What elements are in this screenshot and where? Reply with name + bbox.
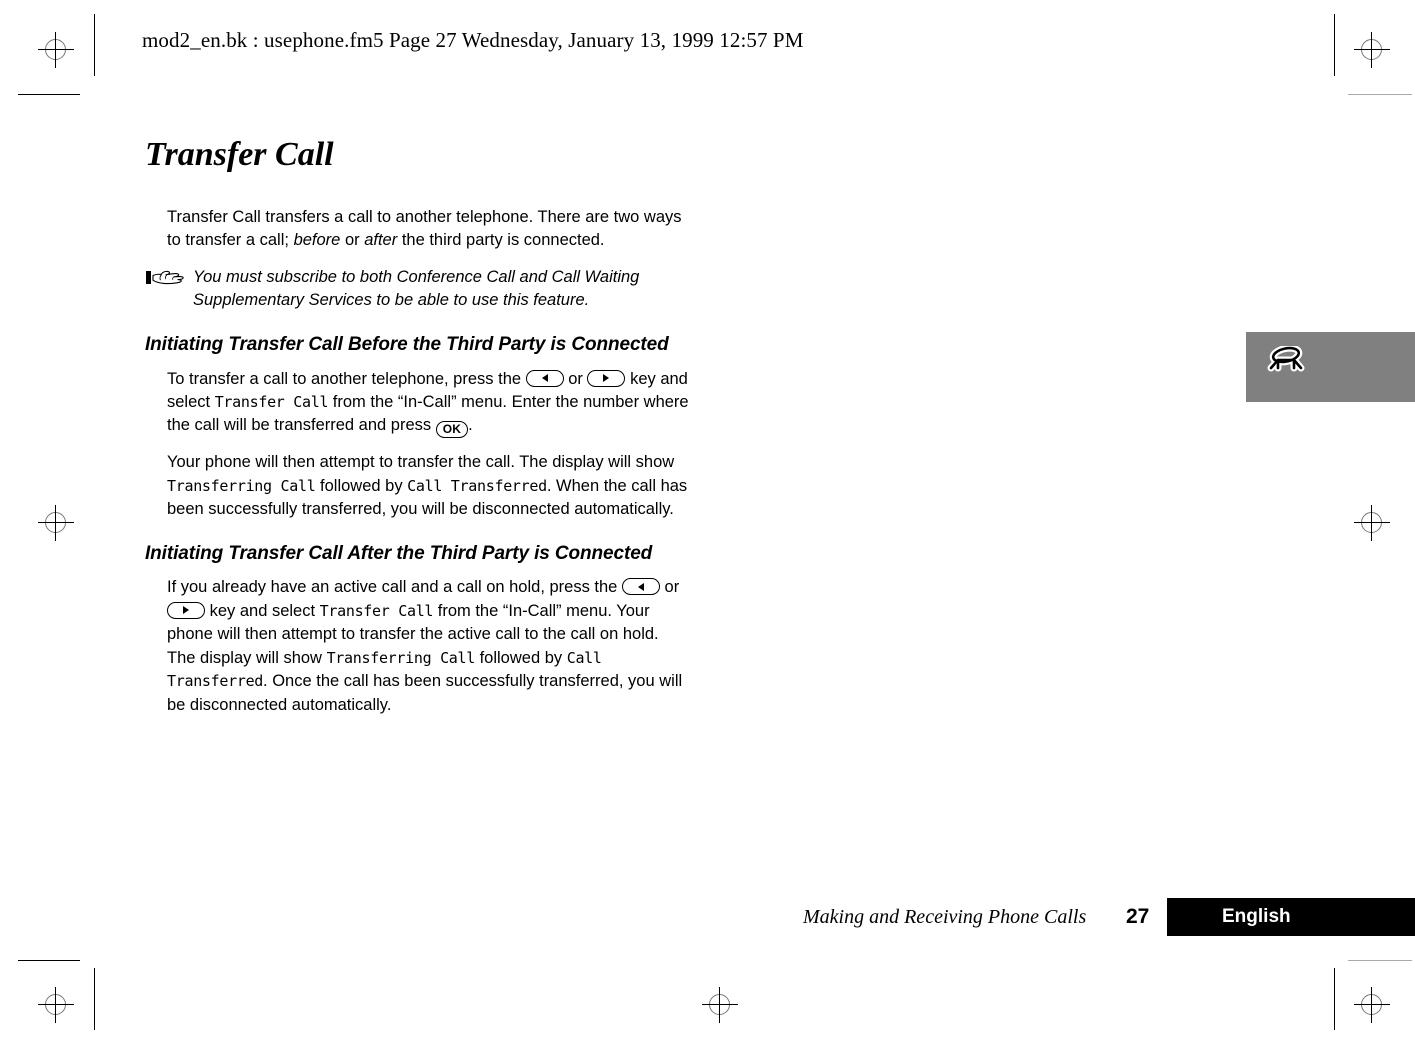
heading-initiating-before: Initiating Transfer Call Before the Thir… [145, 333, 669, 355]
registration-hline [38, 522, 74, 523]
registration-mark-bottom-center [700, 985, 740, 1025]
registration-hline [1354, 49, 1390, 50]
registration-vline [1371, 505, 1372, 541]
page-title: Transfer Call [145, 136, 334, 173]
chapter-thumb-tab [1246, 332, 1415, 402]
ok-key-icon[interactable]: OK [435, 421, 469, 439]
before-p2-text-2: followed by [315, 476, 408, 495]
after-paragraph-1: If you already have an active call and a… [145, 576, 690, 717]
telephone-handset-icon [1264, 344, 1312, 390]
lcd-transfer-call: Transfer Call [214, 392, 329, 411]
before-p1-text-2: or [563, 369, 588, 388]
heading-initiating-after: Initiating Transfer Call After the Third… [145, 542, 653, 564]
right-arrow-key-icon[interactable] [587, 369, 626, 387]
crop-mark-tl-v [94, 14, 95, 76]
registration-mark-bottom-left [36, 985, 76, 1025]
after-p1-text-5: followed by [475, 648, 567, 667]
footer-page-number: 27 [1126, 905, 1150, 928]
registration-vline [55, 987, 56, 1023]
crop-mark-bl-v [94, 968, 95, 1030]
intro-emphasis-after: after [364, 231, 398, 250]
footer-language-bar: English [1167, 898, 1415, 936]
left-triangle-icon [637, 582, 644, 591]
crop-mark-tl-h [18, 94, 80, 95]
lcd-transfer-call: Transfer Call [319, 601, 434, 620]
intro-emphasis-before: before [293, 231, 341, 250]
registration-mark-right-middle [1352, 503, 1392, 543]
note-block: You must subscribe to both Conference Ca… [145, 266, 690, 313]
before-p1-text-1: To transfer a call to another telephone,… [167, 369, 526, 388]
right-arrow-key-icon[interactable] [167, 601, 205, 619]
footer-section-title: Making and Receiving Phone Calls [803, 906, 1087, 928]
document-header-line: mod2_en.bk : usephone.fm5 Page 27 Wednes… [142, 28, 804, 52]
footer-language-label: English [1222, 906, 1291, 927]
pointing-hand-icon [145, 268, 189, 288]
before-paragraph-2: Your phone will then attempt to transfer… [145, 451, 690, 521]
document-page: mod2_en.bk : usephone.fm5 Page 27 Wednes… [0, 0, 1415, 1062]
registration-hline [702, 1004, 738, 1005]
registration-hline [38, 1004, 74, 1005]
before-p1-text-5: . [468, 416, 473, 435]
registration-vline [1371, 987, 1372, 1023]
lcd-transferring-call: Transferring Call [326, 648, 476, 667]
crop-mark-br-h [1348, 960, 1412, 961]
crop-mark-br-v [1334, 968, 1335, 1030]
registration-vline [1371, 32, 1372, 68]
registration-mark-left-middle [36, 503, 76, 543]
left-triangle-icon [541, 374, 548, 383]
after-p1-text-1: If you already have an active call and a… [167, 578, 622, 597]
intro-paragraph: Transfer Call transfers a call to anothe… [145, 206, 690, 253]
registration-hline [38, 49, 74, 50]
before-p2-text-1: Your phone will then attempt to transfer… [167, 453, 675, 472]
page-content: Transfer Call Transfer Call transfers a … [145, 138, 690, 717]
after-p1-text-2: or [659, 578, 680, 597]
crop-mark-bl-h [18, 960, 80, 961]
intro-text-3: the third party is connected. [397, 231, 605, 250]
registration-hline [1354, 1004, 1390, 1005]
before-paragraph-1: To transfer a call to another telephone,… [145, 368, 690, 439]
intro-text-2: or [340, 231, 365, 250]
lcd-transferring-call: Transferring Call [167, 476, 316, 495]
registration-vline [55, 505, 56, 541]
note-text: You must subscribe to both Conference Ca… [193, 267, 640, 310]
crop-mark-tr-h [1348, 94, 1412, 95]
registration-vline [55, 32, 56, 68]
registration-hline [1354, 522, 1390, 523]
registration-mark-top-right [1352, 30, 1392, 70]
registration-mark-bottom-right [1352, 985, 1392, 1025]
after-p1-text-3: key and select [205, 601, 320, 620]
right-triangle-icon [183, 606, 189, 615]
registration-mark-top-left [36, 30, 76, 70]
left-arrow-key-icon[interactable] [621, 578, 660, 596]
registration-vline [719, 987, 720, 1023]
left-arrow-key-icon[interactable] [525, 369, 564, 387]
right-triangle-icon [603, 374, 610, 383]
lcd-call-transferred: Call Transferred [407, 476, 547, 495]
crop-mark-tr-v [1334, 14, 1335, 76]
